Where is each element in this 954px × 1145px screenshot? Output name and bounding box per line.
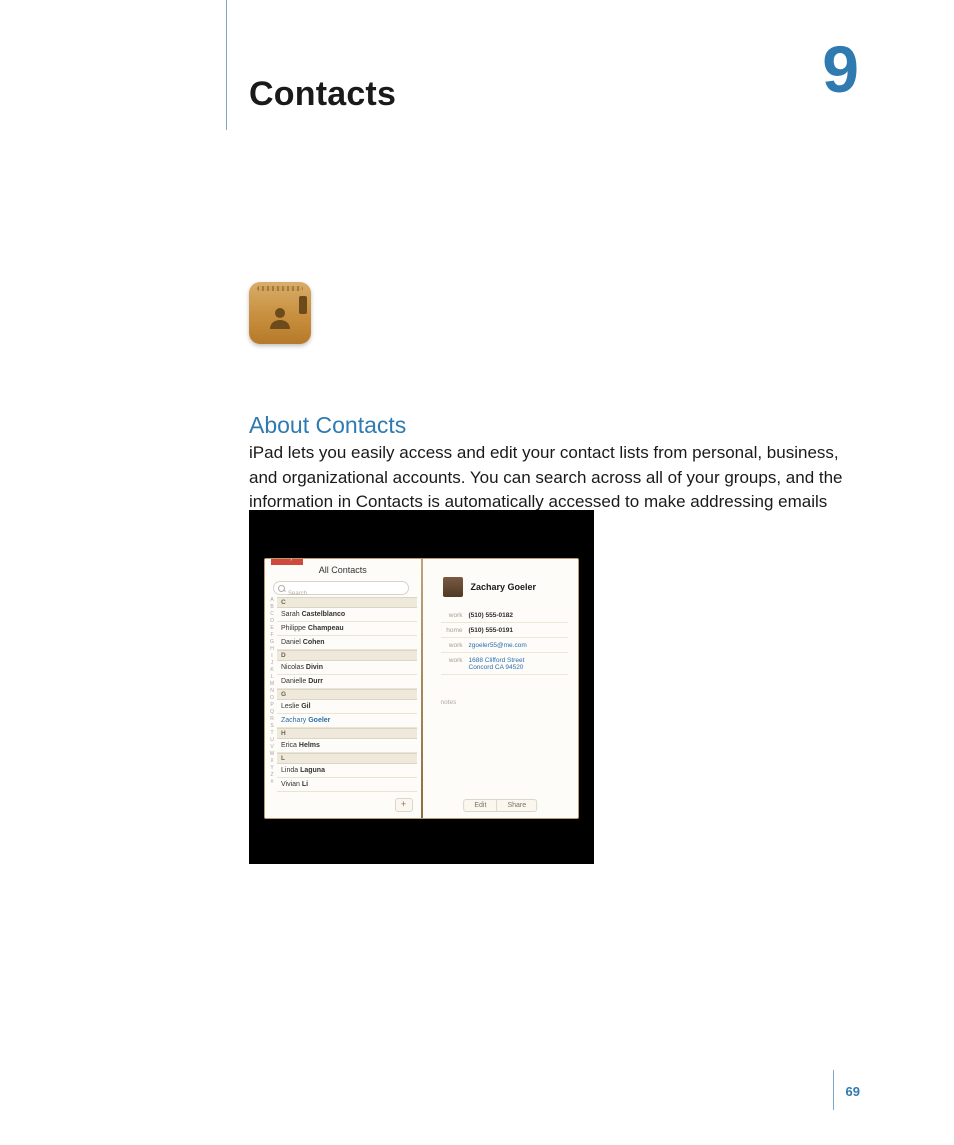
contact-row[interactable]: Leslie Gil [277,700,417,714]
chapter-number: 9 [822,36,859,102]
groups-tab[interactable]: Groups [271,558,303,565]
contact-row[interactable]: Philippe Champeau [277,622,417,636]
contact-name: Zachary Goeler [471,582,537,592]
contact-row[interactable]: Sarah Castelblanco [277,608,417,622]
contact-row[interactable]: Vivian Li [277,778,417,792]
contact-row[interactable]: Erica Helms [277,739,417,753]
avatar [443,577,463,597]
notes-label[interactable]: notes [441,699,457,706]
add-button[interactable]: + [395,798,413,812]
contact-field[interactable]: workzgoeler55@me.com [441,639,569,653]
contact-row[interactable]: Linda Laguna [277,764,417,778]
section-separator: L [277,753,417,764]
contacts-app-icon [249,282,311,344]
icon-tab [299,296,307,314]
contact-field[interactable]: home(510) 555-0191 [441,624,569,638]
contact-row[interactable]: Daniel Cohen [277,636,417,650]
section-heading: About Contacts [249,412,406,439]
chapter-title: Contacts [249,75,396,114]
search-input[interactable]: Search [273,581,409,595]
contact-detail-pane: Zachary Goeler work(510) 555-0182home(51… [422,559,579,818]
alphabet-index[interactable]: ABCDEFGHIJKLMNOPQRSTUVWXYZ# [268,597,276,814]
section-separator: H [277,728,417,739]
contact-field[interactable]: work1688 Clifford Street Concord CA 9452… [441,654,569,675]
contact-row[interactable]: Zachary Goeler [277,714,417,728]
list-title: All Contacts [265,565,421,579]
contacts-screenshot: Groups All Contacts Search ABCDEFGHIJKLM… [249,510,594,864]
section-separator: C [277,597,417,608]
contacts-list-pane: Groups All Contacts Search ABCDEFGHIJKLM… [265,559,422,818]
contact-rows: CSarah CastelblancoPhilippe ChampeauDani… [277,597,417,814]
divider-top [226,0,227,130]
divider-bottom [833,1070,834,1110]
contact-row[interactable]: Nicolas Divin [277,661,417,675]
edit-button[interactable]: Edit [464,800,496,811]
contacts-book: Groups All Contacts Search ABCDEFGHIJKLM… [264,558,579,819]
detail-buttons: Edit Share [463,799,537,812]
contact-row[interactable]: Danielle Durr [277,675,417,689]
person-silhouette-icon [266,303,294,331]
page-number: 69 [846,1084,860,1099]
share-button[interactable]: Share [496,800,536,811]
contact-field[interactable]: work(510) 555-0182 [441,609,569,623]
section-separator: D [277,650,417,661]
section-separator: G [277,689,417,700]
